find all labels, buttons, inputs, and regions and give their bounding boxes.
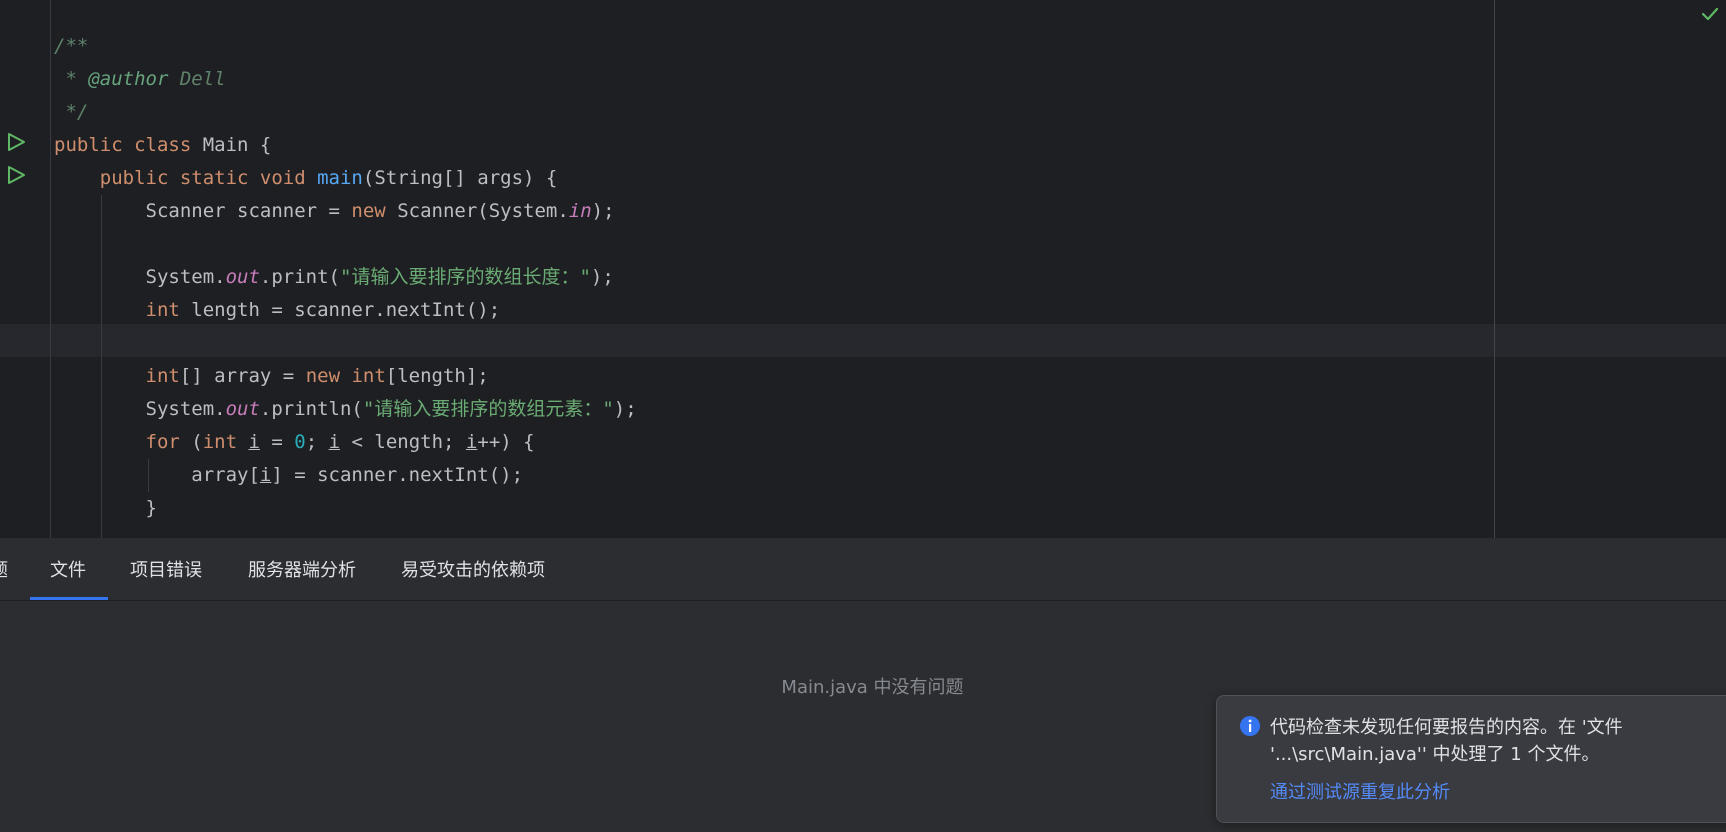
code-line-text: /**	[54, 30, 88, 63]
code-line[interactable]	[0, 228, 1490, 261]
code-token: /**	[54, 35, 89, 57]
code-token: int	[145, 299, 192, 321]
code-token: public static void	[54, 167, 318, 189]
code-token: i	[328, 431, 341, 453]
problems-tab-bar: 题 文件 项目错误 服务器端分析 易受攻击的依赖项	[0, 538, 1726, 601]
code-token: 0	[294, 431, 306, 453]
code-editor[interactable]: /** * @author Dell */ public class Main {…	[0, 0, 1726, 538]
code-line-text: array[i] = scanner.nextInt();	[54, 459, 523, 492]
code-token: for	[145, 431, 192, 453]
active-tab-indicator	[30, 597, 108, 600]
code-token: out	[225, 266, 260, 288]
code-line[interactable]: * @author Dell	[0, 63, 1490, 96]
code-token: i	[248, 431, 260, 453]
code-line-text: * @author Dell	[54, 63, 226, 96]
code-token: int	[202, 431, 249, 453]
code-token: .println(	[259, 398, 363, 420]
tab-server-side-analysis[interactable]: 服务器端分析	[248, 538, 356, 600]
info-icon	[1240, 716, 1260, 736]
code-token: */	[54, 101, 89, 123]
right-margin-guide	[1494, 0, 1495, 538]
tab-project-errors[interactable]: 项目错误	[130, 538, 202, 600]
code-line-text: public class Main {	[54, 129, 271, 162]
code-token: < length;	[340, 431, 466, 453]
code-token: "请输入要排序的数组长度："	[340, 266, 591, 288]
code-line[interactable]: for (int i = 0; i < length; i++) {	[0, 426, 1490, 459]
code-token: in	[568, 200, 592, 222]
code-line-text: */	[54, 96, 88, 129]
code-token: =	[259, 431, 295, 453]
code-token: *	[54, 68, 89, 90]
code-line[interactable]: Scanner scanner = new Scanner(System.in)…	[0, 195, 1490, 228]
code-line[interactable]: public class Main {	[0, 129, 1490, 162]
code-line[interactable]	[0, 327, 1490, 360]
code-line-text: System.out.println("请输入要排序的数组元素：");	[54, 393, 637, 426]
code-token: public class	[54, 134, 203, 156]
code-token: Scanner scanner =	[54, 200, 352, 222]
tab-vulnerable-dependencies[interactable]: 易受攻击的依赖项	[401, 538, 545, 600]
code-token: array[	[54, 464, 260, 486]
code-token: main	[317, 167, 363, 189]
code-token: Dell	[168, 68, 226, 90]
code-token: [length];	[385, 365, 489, 387]
code-token: out	[225, 398, 260, 420]
code-line-text: int[] array = new int[length];	[54, 360, 489, 393]
notification-balloon: 代码检查未发现任何要报告的内容。在 '文件 '...\src\Main.java…	[1216, 695, 1726, 823]
tab-problems[interactable]: 题	[0, 538, 8, 600]
code-token: [] array =	[179, 365, 306, 387]
code-token: "请输入要排序的数组元素："	[362, 398, 614, 420]
code-token: );	[613, 398, 637, 420]
code-token: ] = scanner.nextInt();	[271, 464, 524, 486]
code-token: System.	[54, 266, 226, 288]
code-area[interactable]: /** * @author Dell */ public class Main {…	[0, 30, 1490, 525]
code-line-text: System.out.print("请输入要排序的数组长度：");	[54, 261, 614, 294]
code-line[interactable]: array[i] = scanner.nextInt();	[0, 459, 1490, 492]
code-token: i	[259, 464, 272, 486]
code-token: new int	[305, 365, 386, 387]
code-line[interactable]: int[] array = new int[length];	[0, 360, 1490, 393]
code-token: new	[351, 200, 398, 222]
notification-message: 代码检查未发现任何要报告的内容。在 '文件 '...\src\Main.java…	[1270, 717, 1623, 765]
code-token: i	[465, 431, 478, 453]
code-token: );	[590, 266, 614, 288]
code-line-text: }	[54, 492, 157, 525]
code-line[interactable]: }	[0, 492, 1490, 525]
code-token: Scanner(System.	[397, 200, 569, 222]
code-line-text: for (int i = 0; i < length; i++) {	[54, 426, 535, 459]
code-token: (String[] args) {	[362, 167, 558, 189]
code-token: Main {	[202, 134, 272, 156]
checkmark-icon[interactable]	[1700, 4, 1720, 24]
code-token: length = scanner.nextInt();	[191, 299, 501, 321]
code-line[interactable]: System.out.println("请输入要排序的数组元素：");	[0, 393, 1490, 426]
code-line-text: public static void main(String[] args) {	[54, 162, 558, 195]
code-line[interactable]: System.out.print("请输入要排序的数组长度：");	[0, 261, 1490, 294]
code-token: ;	[305, 431, 329, 453]
code-token: System.	[54, 398, 226, 420]
code-line[interactable]: int length = scanner.nextInt();	[0, 294, 1490, 327]
code-token: }	[54, 497, 157, 519]
rerun-analysis-link[interactable]: 通过测试源重复此分析	[1270, 778, 1450, 804]
code-token: int	[145, 365, 180, 387]
code-line[interactable]: /**	[0, 30, 1490, 63]
code-line[interactable]: public static void main(String[] args) {	[0, 162, 1490, 195]
code-token: );	[591, 200, 615, 222]
code-token: .print(	[259, 266, 340, 288]
code-token: ++) {	[477, 431, 535, 453]
code-line[interactable]: */	[0, 96, 1490, 129]
code-token: @author	[88, 68, 169, 90]
code-line-text: Scanner scanner = new Scanner(System.in)…	[54, 195, 615, 228]
tab-file[interactable]: 文件	[50, 538, 86, 600]
code-token: (	[191, 431, 203, 453]
code-line-text: int length = scanner.nextInt();	[54, 294, 501, 327]
